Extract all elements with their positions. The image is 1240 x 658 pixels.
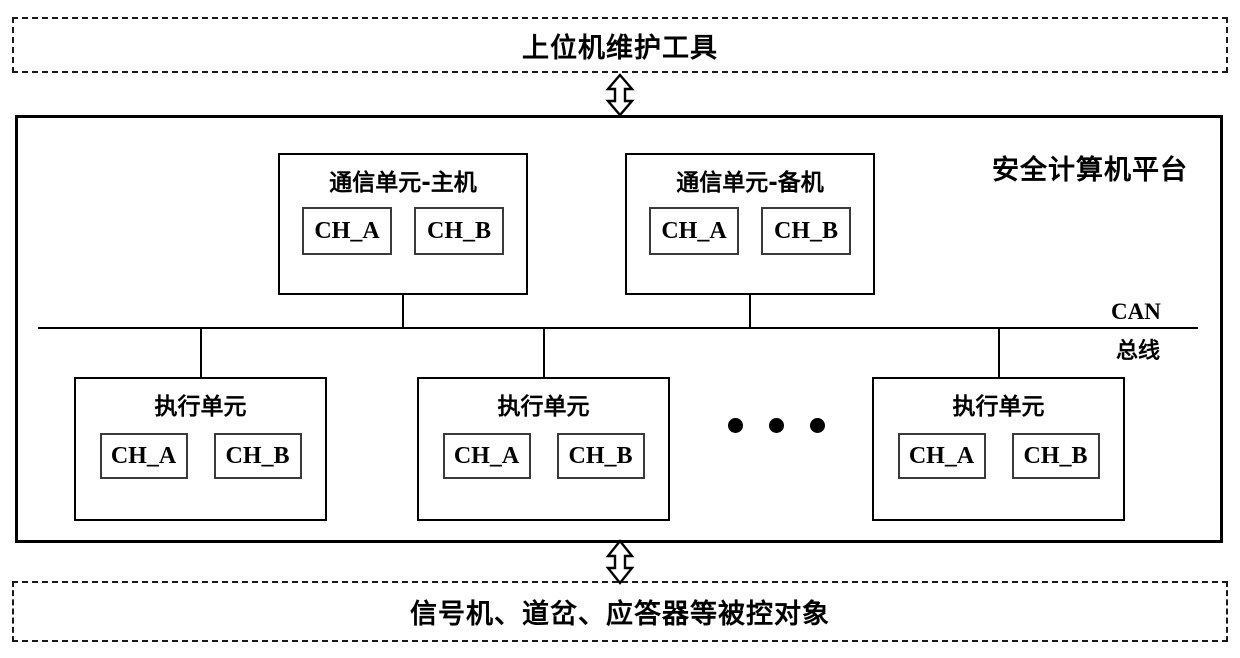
channel-a-box[interactable]: CH_A <box>442 433 531 479</box>
execution-unit-1-channels: CH_A CH_B <box>76 433 325 479</box>
diagram-canvas: 上位机维护工具 安全计算机平台 通信单元-主机 CH_A CH_B 通信单元-备… <box>0 0 1240 658</box>
execution-unit-2-channels: CH_A CH_B <box>419 433 668 479</box>
communication-unit-master-title: 通信单元-主机 <box>329 170 477 196</box>
communication-unit-master-channels: CH_A CH_B <box>280 207 526 255</box>
can-bus-line <box>38 327 1198 329</box>
ellipsis-dot <box>810 418 825 433</box>
ellipsis-dot <box>769 418 784 433</box>
channel-b-box[interactable]: CH_B <box>761 207 851 255</box>
channel-b-box[interactable]: CH_B <box>1011 433 1100 479</box>
channel-a-box[interactable]: CH_A <box>99 433 188 479</box>
controlled-field-objects-box: 信号机、道岔、应答器等被控对象 <box>12 581 1228 642</box>
execution-unit-2[interactable]: 执行单元 CH_A CH_B <box>417 377 670 521</box>
channel-b-box[interactable]: CH_B <box>556 433 645 479</box>
execution-unit-2-title: 执行单元 <box>497 394 590 420</box>
ellipsis-dot <box>728 418 743 433</box>
channel-b-label: CH_B <box>225 442 290 469</box>
execution-units-ellipsis <box>728 418 825 433</box>
can-bus-type-label: 总线 <box>1116 339 1161 364</box>
communication-unit-backup-channels: CH_A CH_B <box>627 207 873 255</box>
execution-unit-3-channels: CH_A CH_B <box>874 433 1123 479</box>
connector-bus-to-exec-unit-2 <box>543 329 545 378</box>
safety-computer-platform-box: 安全计算机平台 通信单元-主机 CH_A CH_B 通信单元-备机 CH_A C… <box>15 115 1223 543</box>
channel-a-label: CH_A <box>453 442 520 469</box>
platform-to-field-double-arrow <box>605 539 635 585</box>
host-maintenance-tool-box: 上位机维护工具 <box>12 17 1228 73</box>
execution-unit-3[interactable]: 执行单元 CH_A CH_B <box>872 377 1125 521</box>
communication-unit-master[interactable]: 通信单元-主机 CH_A CH_B <box>278 153 528 295</box>
communication-unit-backup[interactable]: 通信单元-备机 CH_A CH_B <box>625 153 875 295</box>
channel-a-box[interactable]: CH_A <box>302 207 392 255</box>
host-maintenance-tool-label: 上位机维护工具 <box>522 32 718 64</box>
execution-unit-1-title: 执行单元 <box>154 394 247 420</box>
channel-b-box[interactable]: CH_B <box>213 433 302 479</box>
channel-b-label: CH_B <box>773 217 838 244</box>
channel-a-box[interactable]: CH_A <box>897 433 986 479</box>
platform-title: 安全计算机平台 <box>992 155 1188 186</box>
execution-unit-1[interactable]: 执行单元 CH_A CH_B <box>74 377 327 521</box>
connector-bus-to-exec-unit-1 <box>200 329 202 378</box>
execution-unit-3-title: 执行单元 <box>952 394 1045 420</box>
can-bus-name-label: CAN <box>1111 299 1161 324</box>
channel-a-box[interactable]: CH_A <box>649 207 739 255</box>
channel-a-label: CH_A <box>661 217 727 244</box>
host-to-platform-double-arrow <box>605 73 635 117</box>
channel-b-box[interactable]: CH_B <box>414 207 504 255</box>
connector-comm-master-to-bus <box>402 295 404 328</box>
connector-bus-to-exec-unit-3 <box>998 329 1000 378</box>
channel-a-label: CH_A <box>314 217 380 244</box>
connector-comm-backup-to-bus <box>749 295 751 328</box>
channel-b-label: CH_B <box>568 442 633 469</box>
channel-a-label: CH_A <box>908 442 975 469</box>
channel-b-label: CH_B <box>1023 442 1088 469</box>
channel-b-label: CH_B <box>426 217 491 244</box>
channel-a-label: CH_A <box>110 442 177 469</box>
controlled-field-objects-label: 信号机、道岔、应答器等被控对象 <box>410 599 830 630</box>
communication-unit-backup-title: 通信单元-备机 <box>676 170 824 196</box>
